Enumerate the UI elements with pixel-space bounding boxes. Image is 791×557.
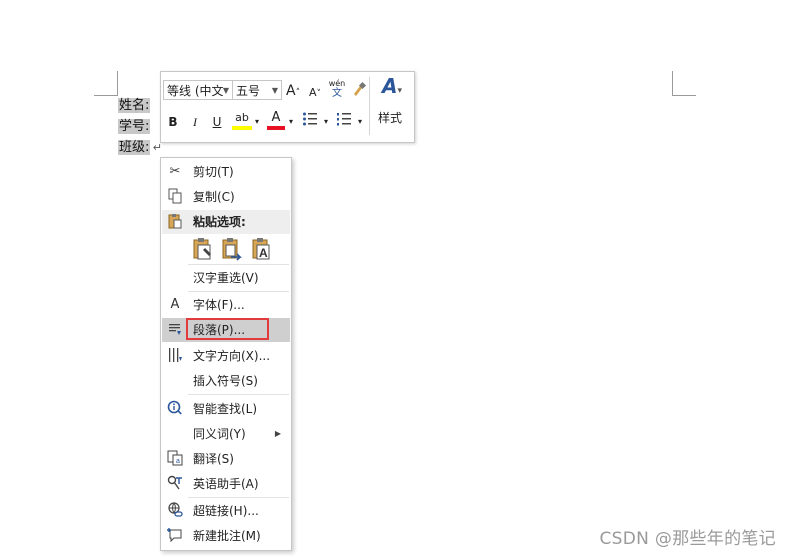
chevron-down-icon: ▼ — [222, 86, 229, 95]
menu-item-label: 插入符号(S) — [193, 374, 258, 388]
styles-label: 样式 — [377, 111, 402, 125]
menu-item-font[interactable]: A 字体(F)... — [162, 293, 290, 317]
menu-item-cut[interactable]: ✂ 剪切(T) — [162, 160, 290, 184]
info-search-icon — [166, 400, 184, 418]
translate-icon: a — [166, 450, 184, 468]
toolbar-divider — [369, 77, 370, 135]
font-color-dropdown[interactable]: ▾ — [287, 112, 295, 132]
paste-merge-formatting-icon — [222, 238, 242, 261]
new-comment-icon — [166, 527, 184, 545]
crop-mark — [672, 71, 673, 95]
menu-item-label: 同义词(Y) — [193, 427, 246, 441]
font-size-value: 五号 — [236, 84, 261, 98]
menu-item-synonyms[interactable]: 同义词(Y) ▶ — [162, 422, 290, 446]
underline-button[interactable]: U — [210, 112, 224, 132]
bullet-list-icon — [303, 112, 317, 126]
format-painter-icon — [354, 81, 367, 96]
doc-line-class[interactable]: 班级: ↵ — [118, 138, 164, 158]
menu-item-text-direction[interactable]: 文字方向(X)... — [162, 344, 290, 368]
italic-button[interactable]: I — [188, 112, 202, 132]
bullets-dropdown[interactable]: ▾ — [322, 112, 330, 132]
doc-text: 姓名: — [118, 98, 151, 113]
styles-button[interactable]: A▾ — [375, 76, 409, 101]
paste-text-only-icon: A — [252, 238, 270, 260]
doc-line-student-id[interactable]: 学号: — [118, 117, 151, 137]
phonetic-guide-bottom: 文 — [332, 88, 342, 99]
font-icon: A — [170, 297, 180, 312]
numbering-dropdown[interactable]: ▾ — [356, 112, 364, 132]
menu-item-new-comment[interactable]: 新建批注(M) — [162, 524, 290, 548]
hyperlink-icon — [166, 502, 184, 520]
copy-icon — [166, 188, 184, 206]
bold-button[interactable]: B — [166, 112, 180, 132]
english-assistant-icon — [166, 475, 184, 493]
menu-item-insert-symbol[interactable]: 插入符号(S) — [162, 369, 290, 393]
menu-item-smart-lookup[interactable]: 智能查找(L) — [162, 397, 290, 421]
menu-item-label: 剪切(T) — [193, 165, 234, 179]
font-size-select[interactable]: 五号 ▼ — [232, 80, 282, 100]
menu-item-english-assistant[interactable]: 英语助手(A) — [162, 472, 290, 496]
crop-mark — [672, 95, 696, 96]
text-direction-icon — [166, 347, 184, 365]
doc-line-name[interactable]: 姓名: — [118, 96, 151, 116]
font-color-icon: A — [271, 110, 281, 125]
paste-keep-formatting-icon — [193, 238, 211, 260]
grow-font-button[interactable]: A˄ — [286, 81, 300, 103]
submenu-arrow-icon: ▶ — [274, 429, 281, 438]
paste-merge-formatting-button[interactable] — [221, 237, 243, 261]
menu-separator — [188, 291, 289, 292]
highlight-icon: ab — [235, 111, 249, 124]
doc-text: 学号: — [118, 119, 151, 134]
menu-item-label: 超链接(H)... — [193, 504, 259, 518]
menu-item-reconversion[interactable]: 汉字重选(V) — [162, 266, 290, 290]
bullets-button[interactable] — [300, 111, 320, 133]
menu-item-label: 汉字重选(V) — [193, 271, 259, 285]
paste-text-only-button[interactable]: A — [251, 237, 273, 261]
menu-separator — [188, 497, 289, 498]
menu-item-copy[interactable]: 复制(C) — [162, 185, 290, 209]
menu-separator — [188, 394, 289, 395]
menu-header-paste-options: 粘贴选项: — [162, 210, 290, 234]
paste-keep-source-formatting-button[interactable] — [192, 237, 214, 261]
menu-item-label: 英语助手(A) — [193, 477, 259, 491]
menu-item-label: 新建批注(M) — [193, 529, 261, 543]
font-name-value: 等线 (中文 — [167, 84, 224, 98]
highlight-dropdown[interactable]: ▾ — [253, 112, 261, 132]
menu-item-hyperlink[interactable]: 超链接(H)... — [162, 499, 290, 523]
highlight-color-swatch — [232, 126, 252, 130]
grow-font-icon: A — [286, 83, 296, 99]
watermark: CSDN @那些年的笔记 — [599, 529, 776, 549]
chevron-down-icon: ▼ — [271, 86, 278, 95]
menu-item-label: 文字方向(X)... — [193, 349, 271, 363]
highlight-button[interactable]: ab — [232, 110, 252, 130]
doc-text: 班级: — [118, 140, 151, 155]
styles-icon: A — [381, 74, 398, 98]
font-color-swatch — [267, 126, 285, 130]
menu-item-label: 粘贴选项: — [193, 215, 246, 229]
crop-mark — [117, 71, 118, 95]
menu-item-label: 复制(C) — [193, 190, 235, 204]
menu-item-translate[interactable]: a 翻译(S) — [162, 447, 290, 471]
svg-text:a: a — [176, 458, 180, 465]
phonetic-guide-button[interactable]: wén 文 — [328, 79, 346, 99]
annotation-highlight-box — [186, 318, 269, 340]
numbered-list-icon — [337, 113, 351, 126]
scissors-icon: ✂ — [169, 164, 181, 179]
menu-item-label: 翻译(S) — [193, 452, 234, 466]
menu-item-label: 字体(F)... — [193, 298, 245, 312]
clipboard-icon — [166, 213, 184, 231]
numbering-button[interactable] — [334, 111, 354, 133]
font-color-button[interactable]: A — [267, 110, 285, 130]
shrink-font-button[interactable]: A˅ — [308, 83, 322, 104]
paragraph-icon — [166, 321, 184, 339]
menu-separator — [188, 264, 289, 265]
context-menu: ✂ 剪切(T) 复制(C) 粘贴选项: 汉字重选(V) A 字体(F)... 段… — [160, 157, 292, 551]
svg-text:A: A — [259, 246, 268, 260]
shrink-font-icon: A — [308, 86, 317, 99]
crop-mark — [94, 95, 118, 96]
format-painter-button[interactable] — [350, 81, 368, 103]
menu-item-label: 智能查找(L) — [193, 402, 258, 416]
font-name-select[interactable]: 等线 (中文 ▼ — [163, 80, 233, 100]
